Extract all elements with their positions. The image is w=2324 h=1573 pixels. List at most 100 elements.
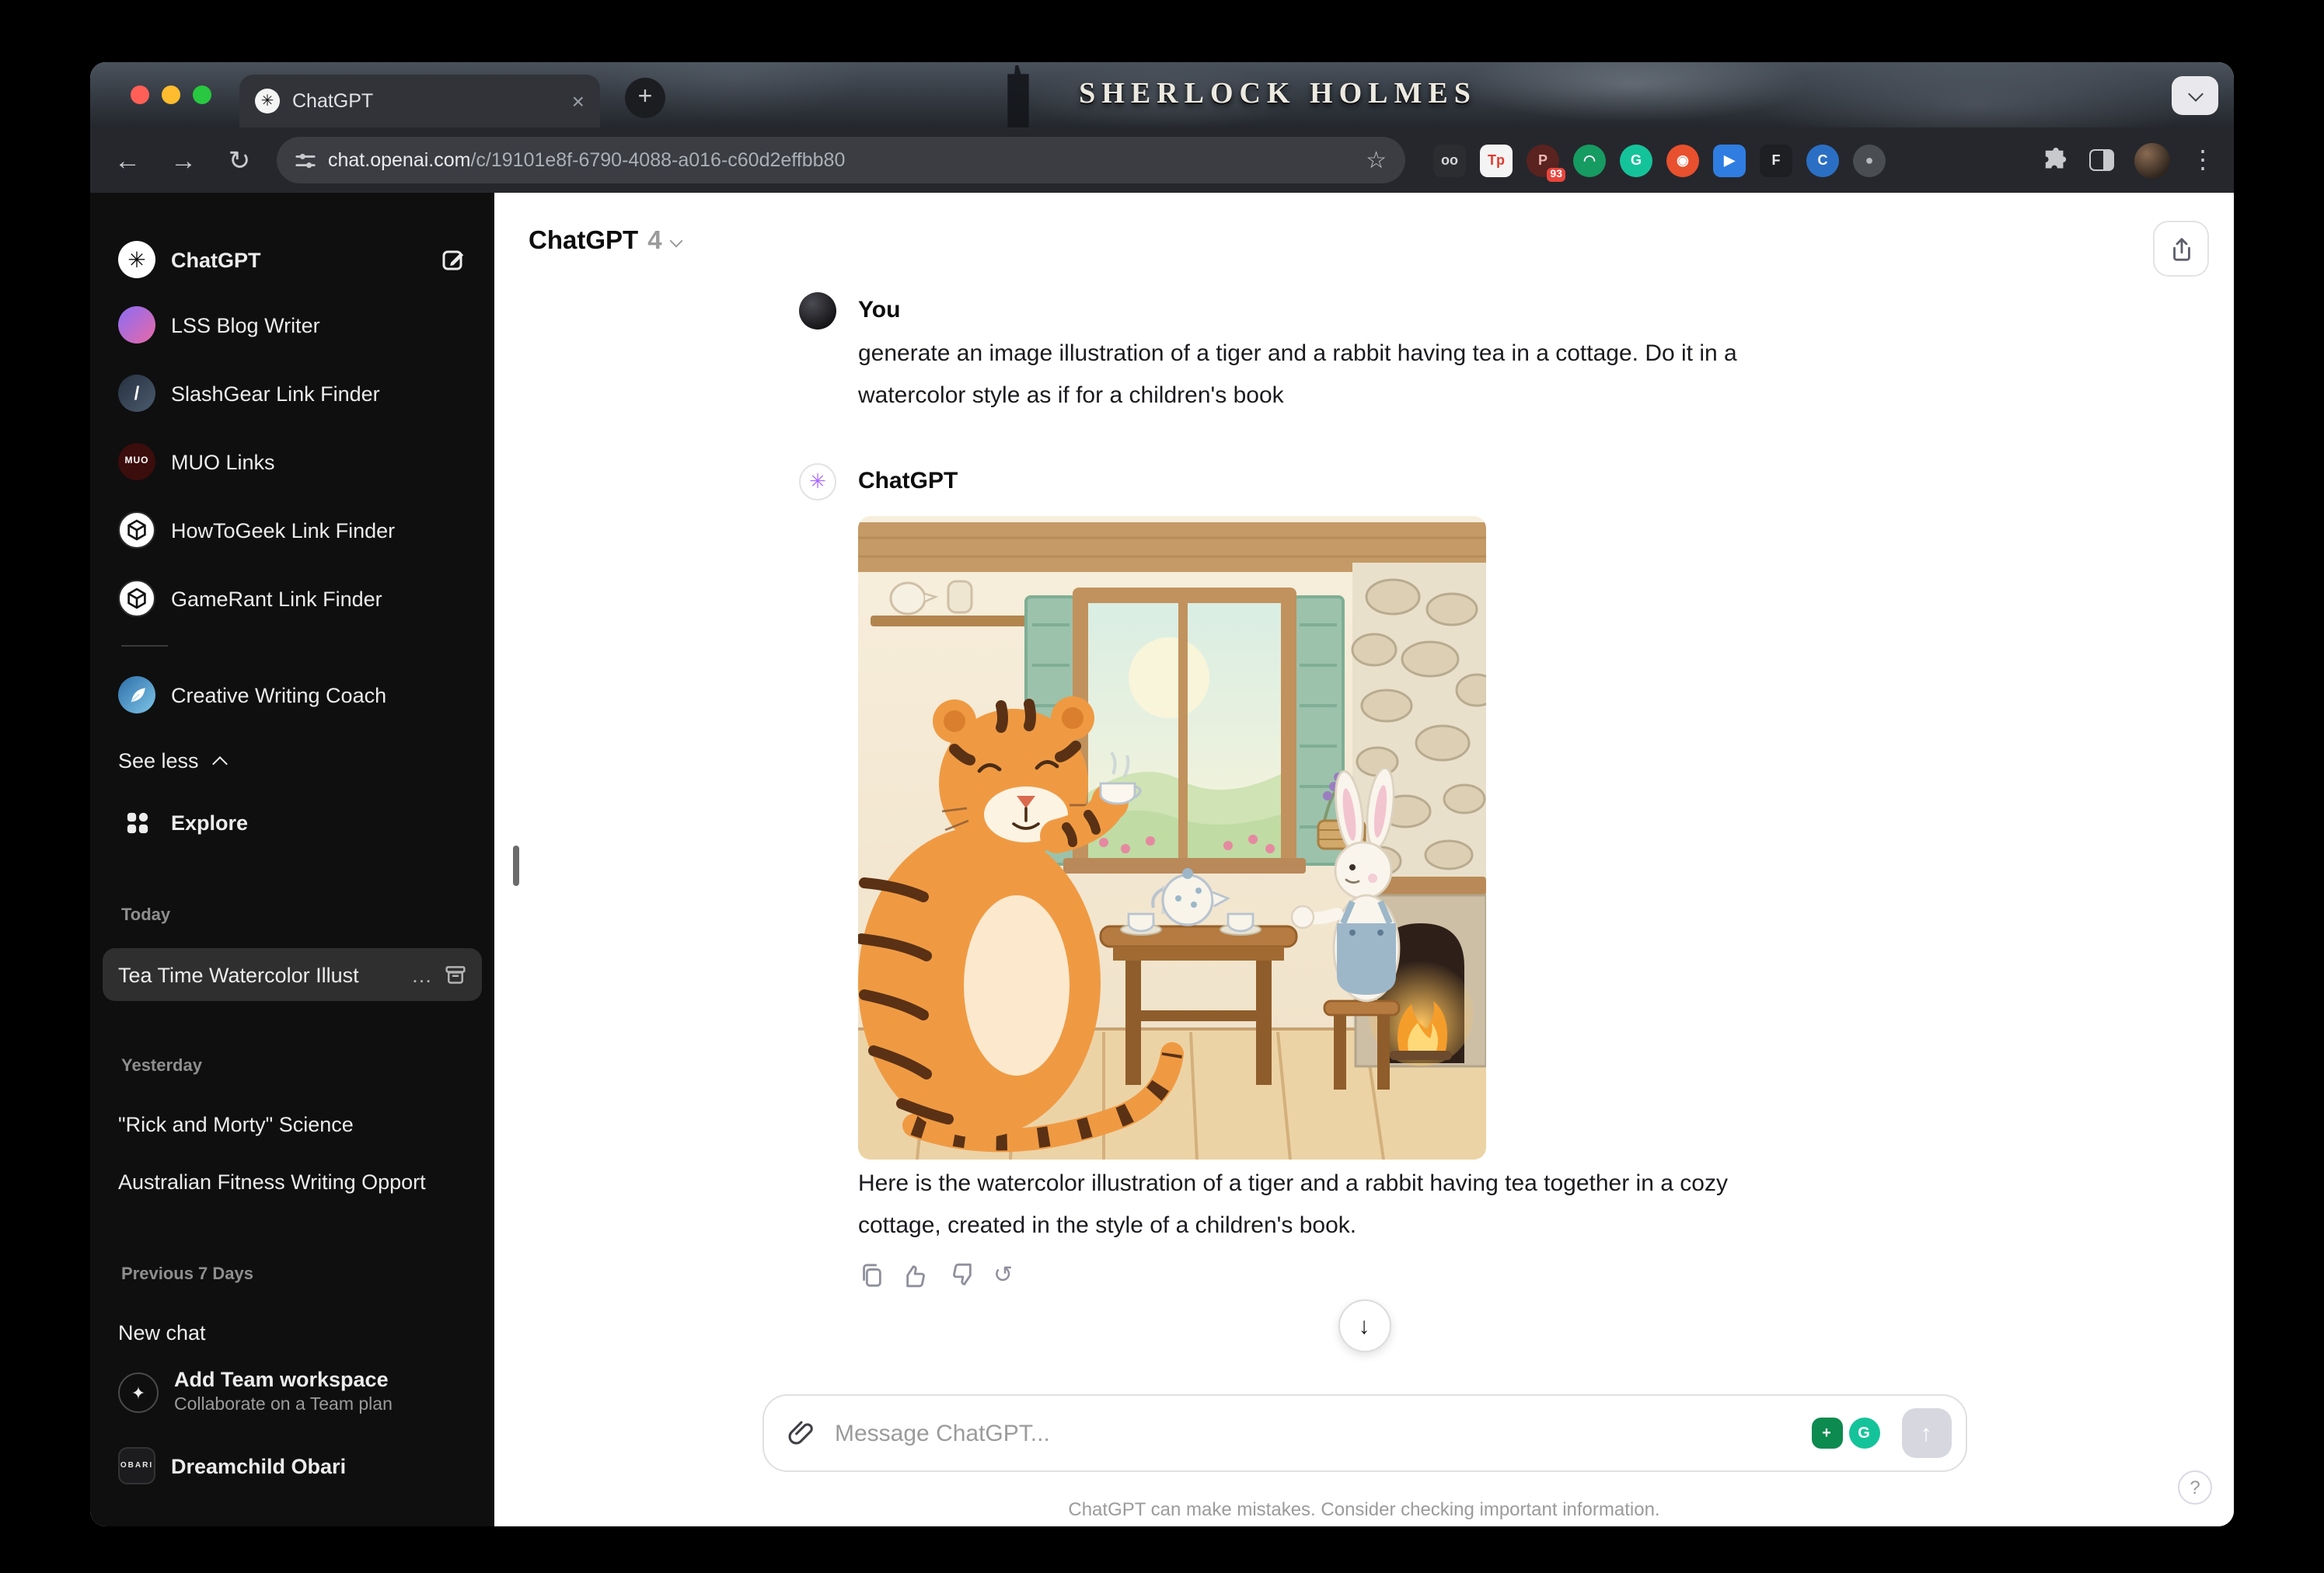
sidebar-item-gpt[interactable]: Creative Writing Coach <box>103 667 482 723</box>
chatgpt-sidebar: ✳ ChatGPT LSS Blog Writer / SlashGear Li… <box>90 193 494 1526</box>
account-name: Dreamchild Obari <box>171 1454 466 1477</box>
sidebar-item-label: Creative Writing Coach <box>171 683 466 706</box>
chat-title: Tea Time Watercolor Illust <box>118 963 396 986</box>
gamerant-link-finder-icon <box>118 580 155 617</box>
address-bar[interactable]: chat.openai.com/c/19101e8f-6790-4088-a01… <box>277 137 1405 183</box>
sidebar-item-chatgpt[interactable]: ✳ ChatGPT <box>103 232 482 288</box>
sidebar-divider <box>121 645 168 647</box>
chatgpt-favicon-icon: ✳ <box>255 89 280 113</box>
extension-glyph: ● <box>1865 152 1874 168</box>
chat-history-item[interactable]: New chat <box>103 1306 482 1358</box>
extension-icon[interactable]: C <box>1806 144 1839 176</box>
creative-writing-coach-icon <box>118 676 155 713</box>
model-version: 4 <box>647 227 661 256</box>
see-less-button[interactable]: See less <box>103 732 482 788</box>
extension-glyph: F <box>1772 152 1781 168</box>
browser-tab[interactable]: ✳ ChatGPT × <box>239 75 600 127</box>
page-content: ✳ ChatGPT LSS Blog Writer / SlashGear Li… <box>90 193 2234 1526</box>
chat-history-item[interactable]: Australian Fitness Writing Opport <box>103 1155 482 1208</box>
toolbar-right: ⋮ <box>2043 142 2215 178</box>
grammarly-icon[interactable]: G <box>1848 1418 1879 1449</box>
history-section-label: Yesterday <box>121 1057 202 1076</box>
message-composer[interactable]: + G ↑ <box>762 1394 1966 1472</box>
browser-menu-icon[interactable]: ⋮ <box>2190 145 2215 176</box>
attach-file-icon[interactable] <box>785 1418 816 1449</box>
url-text: chat.openai.com/c/19101e8f-6790-4088-a01… <box>328 149 1353 171</box>
thumbs-up-icon[interactable] <box>903 1262 930 1289</box>
message-input[interactable] <box>832 1418 1795 1448</box>
extension-icon[interactable]: P93 <box>1527 144 1559 176</box>
minimize-window-button[interactable] <box>162 85 180 104</box>
window-controls <box>131 85 211 104</box>
extension-icon[interactable]: ● <box>1853 144 1886 176</box>
sidebar-item-gpt[interactable]: LSS Blog Writer <box>103 297 482 353</box>
extension-icon[interactable]: F <box>1760 144 1792 176</box>
site-settings-icon[interactable] <box>295 150 316 170</box>
grammarly-extension-icon[interactable]: G <box>1620 144 1652 176</box>
browser-window: ✳ ChatGPT × + SHERLOCK HOLMES ← → ↻ ch <box>90 62 2234 1526</box>
team-title: Add Team workspace <box>174 1369 393 1395</box>
account-button[interactable]: OBARI Dreamchild Obari <box>103 1438 482 1494</box>
user-message: You generate an image illustration of a … <box>799 292 1825 417</box>
user-avatar <box>799 292 836 330</box>
extension-icon[interactable]: Tp <box>1480 144 1513 176</box>
extensions-row: oo Tp P93 ◠ G ◉ ▶ F C ● <box>1433 144 1886 176</box>
assistant-message: ✳ ChatGPT <box>799 463 1825 1289</box>
tab-search-button[interactable] <box>2172 76 2218 115</box>
chat-title: New chat <box>118 1320 466 1344</box>
browser-profile-avatar[interactable] <box>2134 142 2170 178</box>
chevron-up-icon <box>212 755 228 771</box>
tab-close-icon[interactable]: × <box>572 90 584 112</box>
chat-history-item-selected[interactable]: Tea Time Watercolor Illust … <box>103 948 482 1001</box>
chat-title: Australian Fitness Writing Opport <box>118 1170 466 1193</box>
lss-blog-writer-icon <box>118 306 155 344</box>
sidebar-item-gpt[interactable]: MUO MUO Links <box>103 434 482 490</box>
sidebar-item-gpt[interactable]: / SlashGear Link Finder <box>103 365 482 421</box>
generated-image[interactable] <box>858 516 1486 1160</box>
sparkle-icon: ✦ <box>118 1372 159 1413</box>
extension-icon[interactable]: oo <box>1433 144 1466 176</box>
sidebar-item-label: LSS Blog Writer <box>171 313 466 337</box>
extension-icon[interactable]: ▶ <box>1713 144 1746 176</box>
sidebar-item-gpt[interactable]: HowToGeek Link Finder <box>103 502 482 558</box>
disclaimer-text: ChatGPT can make mistakes. Consider chec… <box>494 1498 2234 1520</box>
extensions-puzzle-icon[interactable] <box>2043 147 2069 173</box>
send-button[interactable]: ↑ <box>1901 1408 1951 1458</box>
regenerate-icon[interactable]: ↺ <box>993 1264 1013 1287</box>
close-window-button[interactable] <box>131 85 149 104</box>
chat-options-icon[interactable]: … <box>411 963 432 986</box>
back-button[interactable]: ← <box>109 147 146 173</box>
chat-history-item[interactable]: "Rick and Morty" Science <box>103 1097 482 1150</box>
scroll-to-bottom-button[interactable]: ↓ <box>1338 1299 1391 1352</box>
help-button[interactable]: ? <box>2178 1470 2212 1505</box>
extension-overlay-icon[interactable]: + <box>1811 1418 1842 1449</box>
forward-button[interactable]: → <box>165 147 202 173</box>
sidebar-item-gpt[interactable]: GameRant Link Finder <box>103 570 482 626</box>
extension-glyph: P <box>1538 152 1548 168</box>
sidebar-item-explore[interactable]: Explore <box>103 794 482 850</box>
history-section-label: Today <box>121 906 170 925</box>
howtogeek-link-finder-icon <box>118 511 155 549</box>
model-name: ChatGPT <box>529 227 638 256</box>
reload-button[interactable]: ↻ <box>221 147 258 173</box>
model-selector[interactable]: ChatGPT 4 <box>529 227 681 256</box>
tab-strip: ✳ ChatGPT × + SHERLOCK HOLMES <box>90 62 2234 127</box>
extension-glyph: Tp <box>1488 152 1505 168</box>
theme-banner-text: SHERLOCK HOLMES <box>1079 78 1477 112</box>
add-team-workspace-button[interactable]: ✦ Add Team workspace Collaborate on a Te… <box>103 1362 482 1424</box>
side-panel-icon[interactable] <box>2089 149 2114 171</box>
thumbs-down-icon[interactable] <box>948 1262 975 1289</box>
new-chat-icon[interactable] <box>441 247 466 272</box>
extension-icon[interactable]: ◠ <box>1573 144 1606 176</box>
share-button[interactable] <box>2153 221 2209 277</box>
browser-toolbar: ← → ↻ chat.openai.com/c/19101e8f-6790-40… <box>90 127 2234 193</box>
extension-icon[interactable]: ◉ <box>1666 144 1699 176</box>
archive-icon[interactable] <box>445 964 466 985</box>
extension-glyph: ◉ <box>1677 152 1689 169</box>
zoom-window-button[interactable] <box>193 85 211 104</box>
explore-label: Explore <box>171 811 466 834</box>
sidebar-toggle-handle[interactable] <box>513 846 519 886</box>
new-tab-button[interactable]: + <box>625 78 665 118</box>
bookmark-star-icon[interactable]: ☆ <box>1366 146 1387 174</box>
copy-icon[interactable] <box>858 1262 885 1289</box>
